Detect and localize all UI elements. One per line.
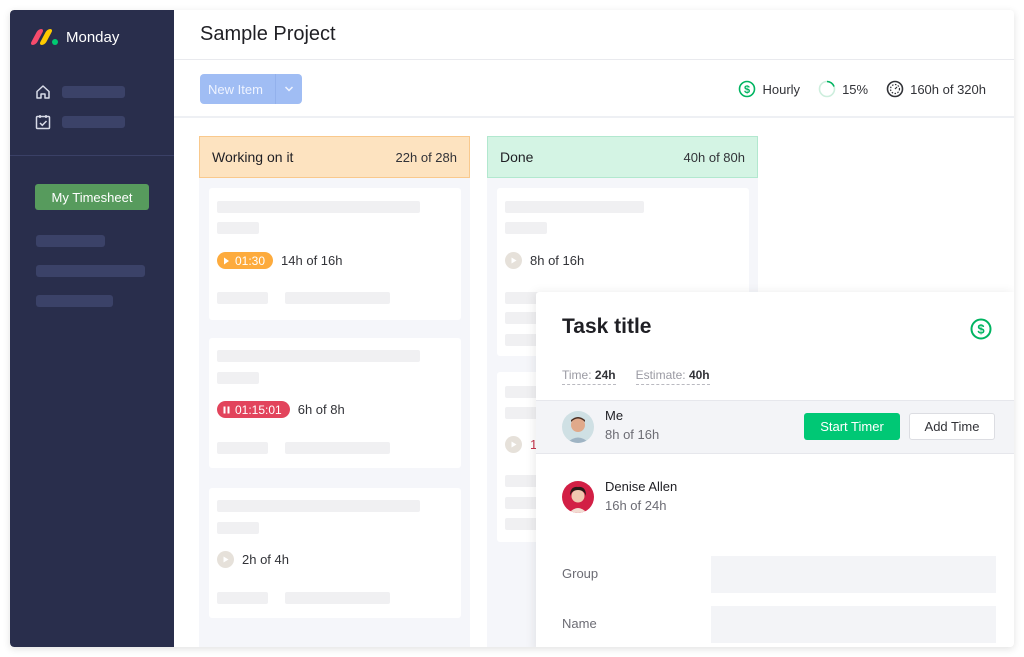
column-name: Done xyxy=(500,149,534,165)
sidebar-item-placeholder xyxy=(62,86,125,98)
column-hours: 22h of 28h xyxy=(395,149,457,165)
assignee-hours: 16h of 24h xyxy=(605,498,667,513)
column-working-on-it: Working on it 22h of 28h 01:30 14h of 16… xyxy=(199,136,470,647)
start-timer-button[interactable]: Start Timer xyxy=(804,413,900,440)
page-title: Sample Project xyxy=(200,23,336,45)
timer-badge-running[interactable]: 01:30 xyxy=(217,252,274,269)
home-icon xyxy=(36,85,50,99)
task-card[interactable]: 2h of 4h xyxy=(209,488,461,618)
card-hours: 2h of 4h xyxy=(242,552,289,567)
svg-text:$: $ xyxy=(977,322,985,337)
toolbar: New Item $ Hourly 15% 160h of 320h xyxy=(174,60,1014,118)
group-label: Group xyxy=(562,566,599,581)
new-item-button-group: New Item xyxy=(200,74,302,104)
pause-icon xyxy=(223,406,230,413)
assignee-hours: 8h of 16h xyxy=(605,427,660,442)
timer-badge-paused[interactable]: 01:15:01 xyxy=(217,401,290,418)
task-card[interactable]: 01:30 14h of 16h xyxy=(209,188,461,320)
progress-stat: 15% xyxy=(818,80,868,98)
sidebar-item-placeholder xyxy=(62,116,125,128)
hours-stat: 160h of 320h xyxy=(886,80,986,98)
card-hours: 8h of 16h xyxy=(530,253,585,268)
column-header[interactable]: Working on it 22h of 28h xyxy=(199,136,470,178)
dollar-circle-icon[interactable]: $ xyxy=(970,318,992,340)
assignee-name: Me xyxy=(605,408,624,423)
sidebar-link-placeholder[interactable] xyxy=(36,295,113,307)
billing-label: Hourly xyxy=(762,81,801,97)
app-window: Monday My Timesheet Sample Project New I… xyxy=(10,10,1014,647)
dollar-circle-icon: $ xyxy=(739,80,756,98)
logo[interactable]: Monday xyxy=(29,27,120,47)
column-name: Working on it xyxy=(212,149,294,165)
calendar-check-icon xyxy=(35,115,51,130)
page-header: Sample Project xyxy=(174,10,1014,60)
new-item-dropdown-button[interactable] xyxy=(276,74,302,104)
column-hours: 40h of 80h xyxy=(683,149,745,165)
time-field[interactable]: Time: 24h xyxy=(562,368,616,385)
stopwatch-icon xyxy=(886,80,904,98)
sidebar: Monday My Timesheet xyxy=(10,10,174,647)
new-item-button[interactable]: New Item xyxy=(200,74,276,104)
progress-label: 15% xyxy=(842,81,869,97)
group-field[interactable] xyxy=(711,556,996,593)
progress-ring-icon xyxy=(818,80,836,98)
start-timer-icon[interactable] xyxy=(505,252,522,269)
start-timer-icon[interactable] xyxy=(217,551,234,568)
add-time-button[interactable]: Add Time xyxy=(909,413,995,440)
task-detail-panel: Task title $ Time: 24h Estimate: 40h Me … xyxy=(536,292,1014,647)
app-name: Monday xyxy=(66,28,120,46)
estimate-field[interactable]: Estimate: 40h xyxy=(635,368,710,385)
chevron-down-icon xyxy=(284,86,293,92)
name-label: Name xyxy=(562,616,597,631)
sidebar-link-placeholder[interactable] xyxy=(36,265,145,277)
play-icon xyxy=(224,257,229,264)
sidebar-item-home[interactable] xyxy=(34,83,125,101)
sidebar-item-calendar[interactable] xyxy=(34,113,125,131)
task-title: Task title xyxy=(562,315,652,338)
sidebar-divider xyxy=(10,155,174,156)
task-meta: Time: 24h Estimate: 40h xyxy=(562,368,730,385)
card-hours: 6h of 8h xyxy=(297,402,345,417)
sidebar-link-placeholder[interactable] xyxy=(36,235,105,247)
task-card[interactable]: 01:15:01 6h of 8h xyxy=(209,338,461,468)
my-timesheet-button[interactable]: My Timesheet xyxy=(35,184,149,210)
svg-text:$: $ xyxy=(744,84,750,96)
hours-label: 160h of 320h xyxy=(910,81,986,97)
assignee-row-me: Me 8h of 16h Start Timer Add Time xyxy=(536,400,1014,454)
column-header[interactable]: Done 40h of 80h xyxy=(487,136,758,178)
start-timer-icon[interactable] xyxy=(505,436,522,453)
monday-logo-icon xyxy=(29,27,60,47)
assignee-name: Denise Allen xyxy=(605,479,678,494)
avatar xyxy=(562,481,594,513)
name-field[interactable] xyxy=(711,606,996,643)
project-stats: $ Hourly 15% 160h of 320h xyxy=(720,80,986,98)
avatar xyxy=(562,411,594,443)
card-hours: 14h of 16h xyxy=(281,253,343,268)
billing-type[interactable]: $ Hourly xyxy=(738,80,800,98)
